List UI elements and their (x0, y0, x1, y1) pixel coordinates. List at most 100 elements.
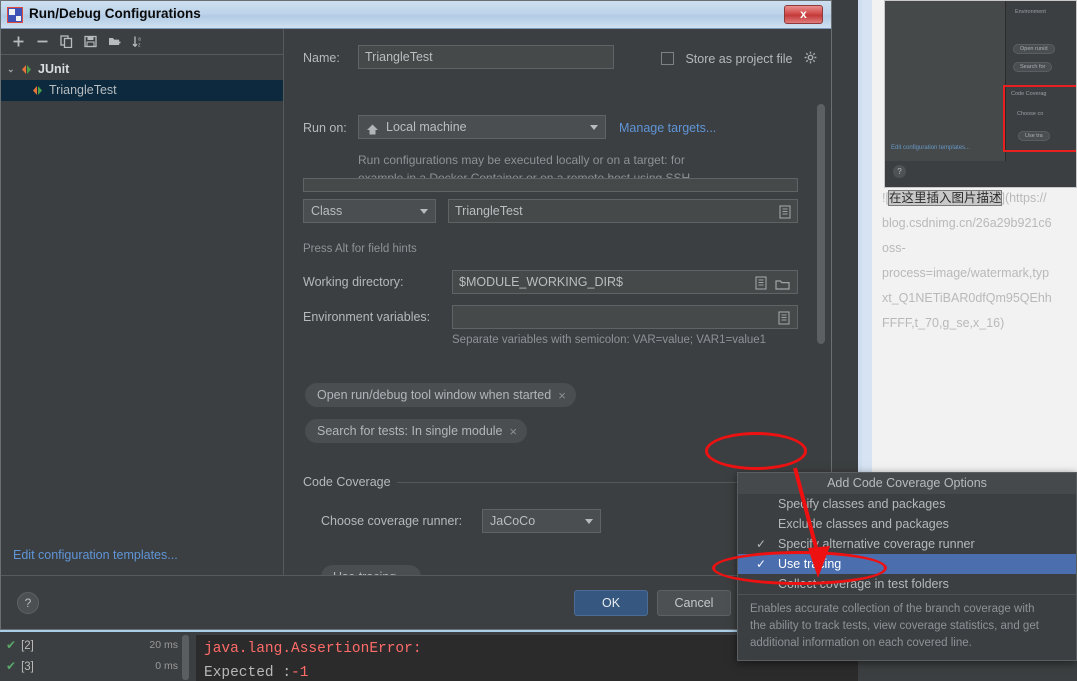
check-icon: ✔ (6, 638, 17, 652)
tree-group-label: JUnit (38, 62, 70, 76)
class-input[interactable]: TriangleTest (448, 199, 798, 223)
dialog-footer: ? OK Cancel (1, 575, 833, 629)
markdown-line-6: FFFF,t_70,g_se,x_16) (882, 316, 1005, 330)
markdown-line-4: process=image/watermark,typ (882, 266, 1050, 280)
environment-variables-hint: Separate variables with semicolon: VAR=v… (452, 334, 767, 346)
menu-item-collect-coverage-test-folders[interactable]: Collect coverage in test folders (738, 574, 1076, 594)
working-directory-value: $MODULE_WORKING_DIR$ (459, 275, 623, 289)
test-row[interactable]: ✔ [2] 20 ms (0, 635, 190, 656)
menu-item-label: Specify classes and packages (778, 497, 946, 511)
markdown-line-3: oss- (882, 241, 906, 255)
console-expected-value: -1 (291, 665, 309, 681)
coverage-runner-label: Choose coverage runner: (321, 514, 463, 528)
class-value: TriangleTest (455, 204, 523, 218)
sort-az-icon[interactable]: a z (127, 32, 149, 52)
menu-item-specify-alternative-runner[interactable]: ✓ Specify alternative coverage runner (738, 534, 1076, 554)
run-on-value: Local machine (386, 120, 467, 134)
macro-icon[interactable] (755, 275, 767, 297)
coverage-runner-value: JaCoCo (490, 514, 536, 528)
menu-item-label: Use tracing (778, 557, 842, 571)
test-tree[interactable]: ✔ [2] 20 ms ✔ [3] 0 ms (0, 635, 190, 681)
console-expected-line: Expected :-1 (204, 661, 858, 681)
store-as-project-file-checkbox[interactable]: Store as project file (661, 50, 792, 68)
run-on-hint-line1: Run configurations may be executed local… (358, 153, 685, 167)
checkbox-box[interactable] (661, 52, 674, 66)
folder-add-icon[interactable] (103, 32, 125, 52)
preview-field-code-coverage: Code Coverag (1011, 91, 1047, 97)
run-on-label: Run on: (303, 121, 347, 135)
run-on-target-select[interactable]: Local machine (358, 115, 606, 139)
preview-help-icon: ? (893, 165, 906, 178)
embedded-image-preview: Edit configuration templates... ? Enviro… (884, 0, 1077, 188)
description-line-3: additional information on each covered l… (750, 637, 972, 649)
ok-button[interactable]: OK (574, 590, 648, 616)
chip-open-run-debug-tool-window[interactable]: Open run/debug tool window when started … (305, 383, 576, 407)
test-row-duration: 0 ms (155, 660, 178, 672)
chip-label: Search for tests: In single module (317, 424, 503, 438)
close-icon[interactable]: x (784, 5, 823, 24)
test-kind-select[interactable]: Class (303, 199, 436, 223)
check-icon: ✓ (756, 537, 767, 551)
environment-variables-label: Environment variables: (303, 310, 431, 324)
test-tree-scrollbar[interactable] (182, 635, 189, 680)
working-directory-input[interactable]: $MODULE_WORKING_DIR$ (452, 270, 798, 294)
store-as-project-file-label: Store as project file (685, 51, 793, 66)
clipped-field-above[interactable] (303, 178, 798, 192)
preview-chip-use-tracing: Use tra (1018, 131, 1050, 141)
preview-left-pane: Edit configuration templates... (885, 1, 1006, 161)
environment-variables-input[interactable] (452, 305, 798, 329)
coverage-runner-select[interactable]: JaCoCo (482, 509, 601, 533)
chevron-down-icon[interactable] (590, 125, 598, 130)
tree-item-label: TriangleTest (49, 83, 117, 97)
copy-icon[interactable] (55, 32, 77, 52)
markdown-url-start: ](https:// (1001, 191, 1047, 205)
press-alt-hint: Press Alt for field hints (303, 243, 417, 255)
chevron-down-icon[interactable] (420, 209, 428, 214)
preview-field-environment: Environment (1015, 9, 1046, 15)
chip-search-for-tests[interactable]: Search for tests: In single module × (305, 419, 528, 443)
markdown-source-text[interactable]: ![在这里插入图片描述](https:// blog.csdnimg.cn/26… (882, 186, 1077, 336)
plus-icon[interactable] (7, 32, 29, 52)
name-input[interactable]: TriangleTest (358, 45, 614, 69)
working-directory-label: Working directory: (303, 275, 404, 289)
menu-item-specify-classes[interactable]: Specify classes and packages (738, 494, 1076, 514)
help-button[interactable]: ? (17, 592, 39, 614)
folder-icon[interactable] (775, 276, 790, 298)
save-icon[interactable] (79, 32, 101, 52)
screen-root: Edit configuration templates... ? Enviro… (0, 0, 1077, 681)
idea-app-icon (7, 7, 23, 23)
menu-item-use-tracing[interactable]: ✓ Use tracing (738, 554, 1076, 574)
sidebar-item-triangletest[interactable]: TriangleTest (1, 80, 283, 101)
preview-chip-open-run: Open run/d (1013, 44, 1055, 54)
edit-configuration-templates-link[interactable]: Edit configuration templates... (13, 548, 178, 562)
markdown-line-5: xt_Q1NETiBAR0dfQm95QEhh (882, 291, 1052, 305)
chevron-down-icon[interactable] (585, 519, 593, 524)
test-row-label: [3] (21, 661, 34, 673)
menu-item-exclude-classes[interactable]: Exclude classes and packages (738, 514, 1076, 534)
settings-scrollbar-thumb[interactable] (817, 104, 825, 344)
test-row[interactable]: ✔ [3] 0 ms (0, 656, 190, 677)
add-code-coverage-options-popup: Add Code Coverage Options Specify classe… (737, 472, 1077, 661)
minus-icon[interactable] (31, 32, 53, 52)
markdown-prefix: ![ (882, 191, 889, 205)
description-line-1: Enables accurate collection of the branc… (750, 603, 1035, 615)
test-row-duration: 20 ms (149, 639, 178, 651)
popup-title: Add Code Coverage Options (738, 473, 1076, 494)
dialog-titlebar[interactable]: Run/Debug Configurations x (1, 1, 831, 29)
description-line-2: the ability to track tests, view coverag… (750, 620, 1039, 632)
close-icon[interactable]: × (558, 388, 566, 403)
manage-targets-link[interactable]: Manage targets... (619, 121, 716, 135)
test-row-label: [2] (21, 640, 34, 652)
configurations-tree[interactable]: ⌄ JUnit TriangleTest (1, 55, 283, 101)
menu-item-label: Collect coverage in test folders (778, 577, 949, 591)
menu-item-label: Specify alternative coverage runner (778, 537, 975, 551)
cancel-button[interactable]: Cancel (657, 590, 731, 616)
preview-edit-templates-link: Edit configuration templates... (891, 145, 971, 151)
tree-group-junit[interactable]: ⌄ JUnit (1, 59, 283, 80)
gear-icon[interactable] (804, 51, 818, 70)
chevron-down-icon[interactable]: ⌄ (7, 59, 20, 80)
dialog-title: Run/Debug Configurations (29, 6, 201, 21)
macro-icon[interactable] (778, 310, 790, 332)
close-icon[interactable]: × (510, 424, 518, 439)
list-icon[interactable] (779, 204, 791, 226)
